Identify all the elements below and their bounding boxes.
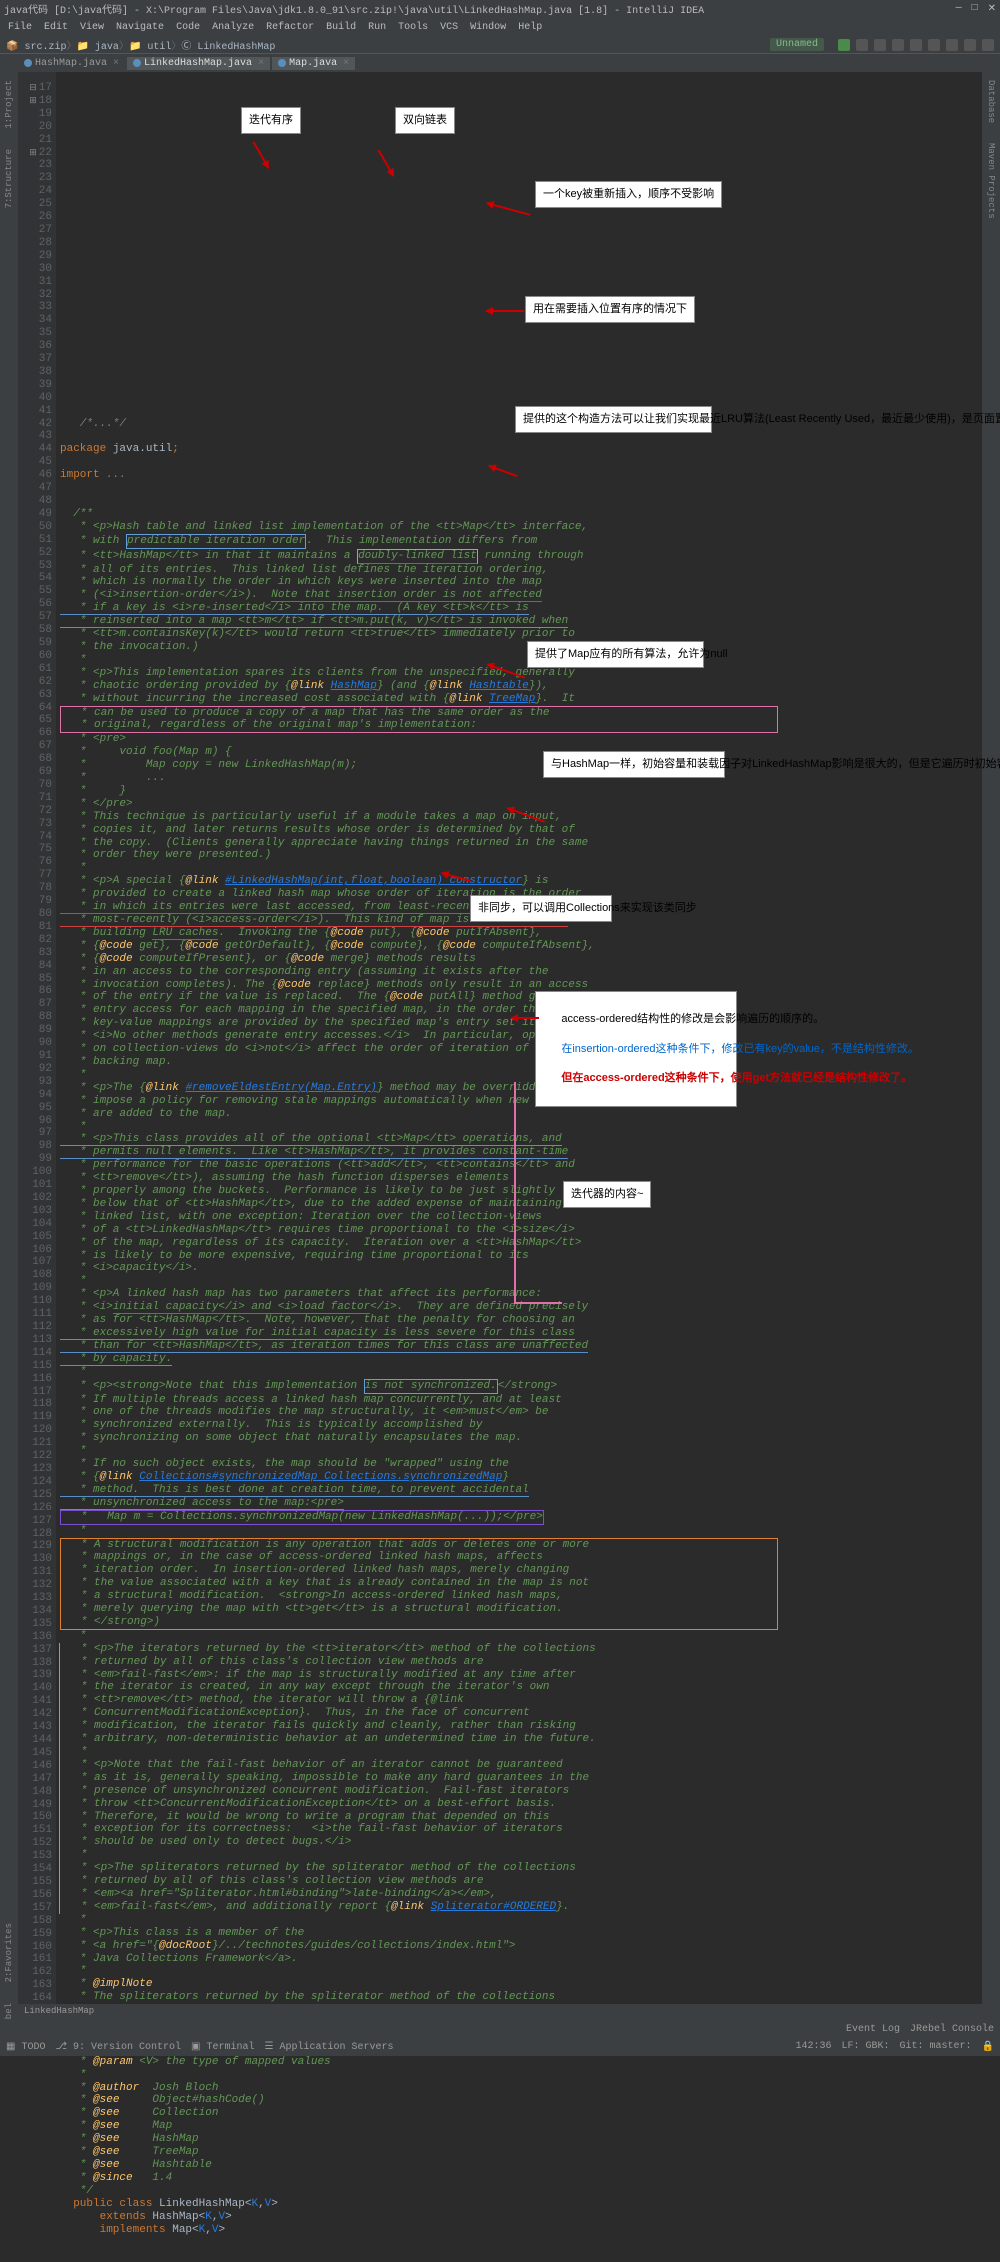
run-config[interactable]: Unnamed xyxy=(770,38,824,51)
close-tab-icon[interactable]: × xyxy=(258,58,264,69)
tab-label: Map.java xyxy=(289,58,337,69)
callout-doubly: 双向链表 xyxy=(396,108,454,133)
caret-pos: 142:36 xyxy=(796,2041,832,2053)
arrow xyxy=(253,142,270,169)
max-icon[interactable]: □ xyxy=(972,3,978,15)
min-icon[interactable]: — xyxy=(956,3,962,15)
menu-view[interactable]: View xyxy=(76,22,108,33)
jrebel-console[interactable]: JRebel Console xyxy=(910,2024,994,2035)
left-tool-rail[interactable]: 1:Project 7:Structure 2:Favorites JRebel xyxy=(0,72,18,2035)
callout-reinsert: 一个key被重新插入，顺序不受影响 xyxy=(536,182,721,207)
run-icon[interactable] xyxy=(838,39,850,51)
menu-analyze[interactable]: Analyze xyxy=(208,22,258,33)
class-icon xyxy=(278,59,286,67)
callout-iter-order: 迭代有序 xyxy=(242,108,300,133)
vcs-tool[interactable]: ⎇ 9: Version Control xyxy=(55,2041,181,2053)
class-icon xyxy=(133,59,141,67)
structure-tool[interactable]: 7:Structure xyxy=(4,149,14,208)
titlebar: java代码 [D:\java代码] - X:\Program Files\Ja… xyxy=(0,0,1000,18)
arrow xyxy=(487,202,531,216)
arrow xyxy=(378,150,395,177)
tab-label: LinkedHashMap.java xyxy=(144,58,252,69)
menu-vcs[interactable]: VCS xyxy=(436,22,462,33)
trace-line xyxy=(514,1082,516,1302)
bottom-bar[interactable]: ▦ TODO ⎇ 9: Version Control ▣ Terminal ☰… xyxy=(0,2038,1000,2056)
trace-line xyxy=(514,1302,562,1304)
vcs-icon[interactable] xyxy=(928,39,940,51)
github-icon[interactable] xyxy=(910,39,922,51)
terminal-tool[interactable]: ▣ Terminal xyxy=(191,2041,254,2053)
favorites-tool[interactable]: 2:Favorites xyxy=(4,1923,14,1982)
database-tool[interactable]: Database xyxy=(986,80,996,123)
menu-refactor[interactable]: Refactor xyxy=(262,22,318,33)
right-tool-rail[interactable]: Database Maven Projects xyxy=(982,72,1000,2035)
callout-lru: 提供的这个构造方法可以让我们实现最近LRU算法(Least Recently U… xyxy=(516,407,711,432)
project-tool[interactable]: 1:Project xyxy=(4,80,14,129)
breadcrumb-bar: 📦 src.zip〉📁 java〉📁 util〉Ⓒ LinkedHashMap … xyxy=(0,36,1000,54)
menu-navigate[interactable]: Navigate xyxy=(112,22,168,33)
crumb-src.zip[interactable]: 📦 src.zip xyxy=(6,42,66,53)
crumb-util[interactable]: 📁 util xyxy=(129,42,171,53)
callout-sync: 非同步，可以调用Collections来实现该类同步 xyxy=(471,896,611,921)
menu-code[interactable]: Code xyxy=(172,22,204,33)
menu-file[interactable]: File xyxy=(4,22,36,33)
statusbar: Event Log JRebel Console xyxy=(0,2020,1000,2038)
arrow xyxy=(486,310,524,312)
tab-Map.java[interactable]: Map.java × xyxy=(272,57,355,70)
arrow xyxy=(511,1017,539,1019)
gutter: ⊟17⊞18192021⊞222323242526272829303132333… xyxy=(18,72,56,2035)
update-icon[interactable] xyxy=(892,39,904,51)
tab-HashMap.java[interactable]: HashMap.java × xyxy=(18,57,125,70)
menu-help[interactable]: Help xyxy=(514,22,546,33)
callout-structmod: access-ordered结构性的修改是会影响遍历的顺序的。 在inserti… xyxy=(536,992,736,1106)
lock-icon: 🔒 xyxy=(982,2041,994,2053)
structure-icon[interactable] xyxy=(964,39,976,51)
close-icon[interactable]: ✕ xyxy=(988,3,996,15)
crumb-java[interactable]: 📁 java xyxy=(76,42,118,53)
editor-tabs[interactable]: HashMap.java×LinkedHashMap.java×Map.java… xyxy=(0,54,1000,72)
maven-tool[interactable]: Maven Projects xyxy=(986,143,996,219)
menu-build[interactable]: Build xyxy=(322,22,360,33)
close-tab-icon[interactable]: × xyxy=(343,58,349,69)
encoding[interactable]: LF: GBK: xyxy=(842,2041,890,2053)
menu-window[interactable]: Window xyxy=(466,22,510,33)
menu-run[interactable]: Run xyxy=(364,22,390,33)
appservers-tool[interactable]: ☰ Application Servers xyxy=(265,2041,394,2053)
stop-icon[interactable] xyxy=(874,39,886,51)
search-icon[interactable] xyxy=(982,39,994,51)
callout-ops: 提供了Map应有的所有算法，允许为null xyxy=(528,642,703,667)
crumb-LinkedHashMap[interactable]: Ⓒ LinkedHashMap xyxy=(181,42,275,53)
breadcrumb-class[interactable]: LinkedHashMap xyxy=(18,2004,982,2020)
menubar[interactable]: File Edit View Navigate Code Analyze Refactor B… xyxy=(0,18,1000,36)
close-tab-icon[interactable]: × xyxy=(113,58,119,69)
callout-iterator: 迭代器的内容~ xyxy=(564,1182,650,1207)
class-icon xyxy=(24,59,32,67)
event-log[interactable]: Event Log xyxy=(846,2024,900,2035)
callout-capacity: 与HashMap一样，初始容量和装载因子对LinkedHashMap影响是很大的… xyxy=(544,752,724,777)
tab-label: HashMap.java xyxy=(35,58,107,69)
sync-icon[interactable] xyxy=(946,39,958,51)
callout-orderedcopy: 用在需要插入位置有序的情况下 xyxy=(526,297,694,322)
tab-LinkedHashMap.java[interactable]: LinkedHashMap.java × xyxy=(127,57,270,70)
menu-tools[interactable]: Tools xyxy=(394,22,432,33)
editor[interactable]: 迭代有序 双向链表 一个key被重新插入，顺序不受影响 用在需要插入位置有序的情… xyxy=(56,72,982,2035)
git-branch[interactable]: Git: master: xyxy=(900,2041,972,2053)
window-title: java代码 [D:\java代码] - X:\Program Files\Ja… xyxy=(4,1,704,17)
todo-tool[interactable]: ▦ TODO xyxy=(6,2041,45,2053)
debug-icon[interactable] xyxy=(856,39,868,51)
toolbar-icons[interactable] xyxy=(838,39,994,51)
menu-edit[interactable]: Edit xyxy=(40,22,72,33)
